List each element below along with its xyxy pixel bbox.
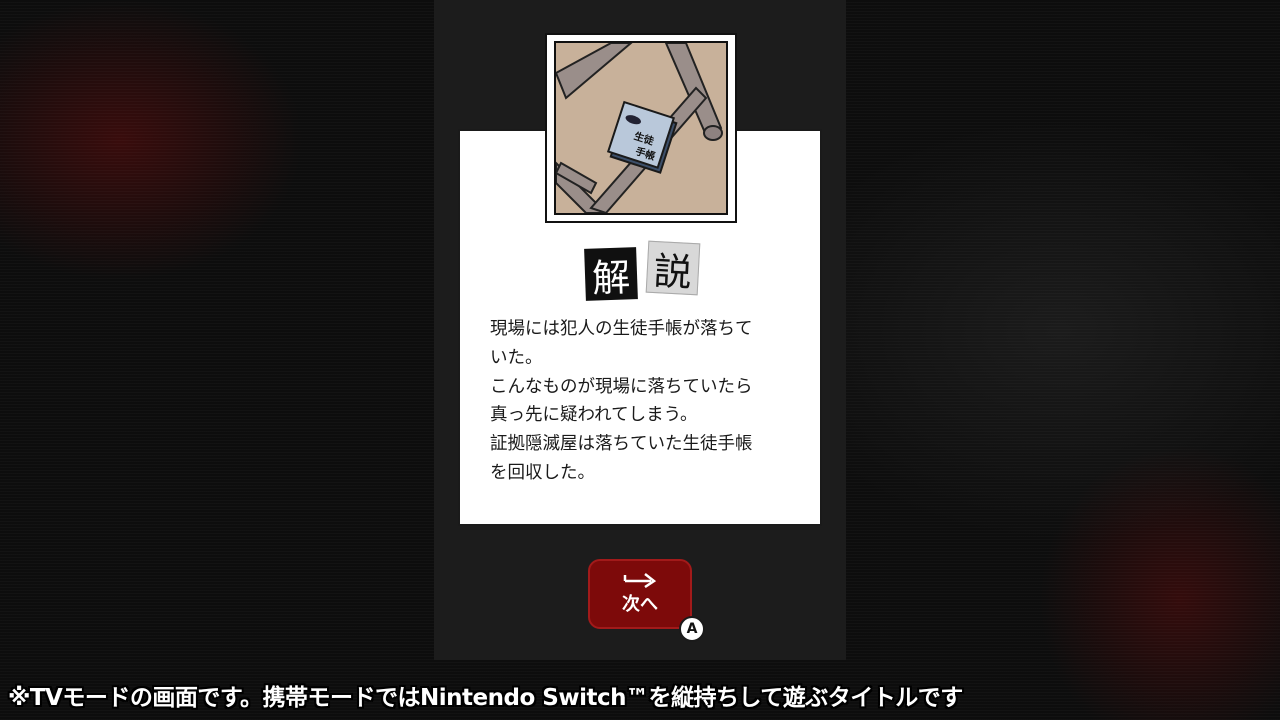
tv-mode-notice: ※TVモードの画面です。携帯モードではNintendo Switch™を縦持ちし… <box>8 685 963 711</box>
student-handbook-illustration: 生徒 手帳 <box>556 43 726 213</box>
explanation-text: 現場には犯人の生徒手帳が落ちて いた。 こんなものが現場に落ちていたら 真っ先に… <box>490 319 753 483</box>
heading-char-1: 解 <box>584 247 638 301</box>
evidence-photo: 生徒 手帳 <box>554 41 728 215</box>
heading-char-2: 説 <box>645 240 701 296</box>
evidence-photo-frame: 生徒 手帳 <box>545 33 737 223</box>
arrow-right-icon <box>623 573 657 588</box>
a-button-badge: A <box>679 616 705 642</box>
next-button-label: 次へ <box>622 594 658 615</box>
next-button[interactable]: 次へ <box>588 559 692 629</box>
explanation-heading: 解 説 <box>584 240 715 306</box>
game-screen: 生徒 手帳 解 説 現場には犯人の生徒手帳が落ちて いた。 こんなものが現場に落… <box>0 0 1280 720</box>
